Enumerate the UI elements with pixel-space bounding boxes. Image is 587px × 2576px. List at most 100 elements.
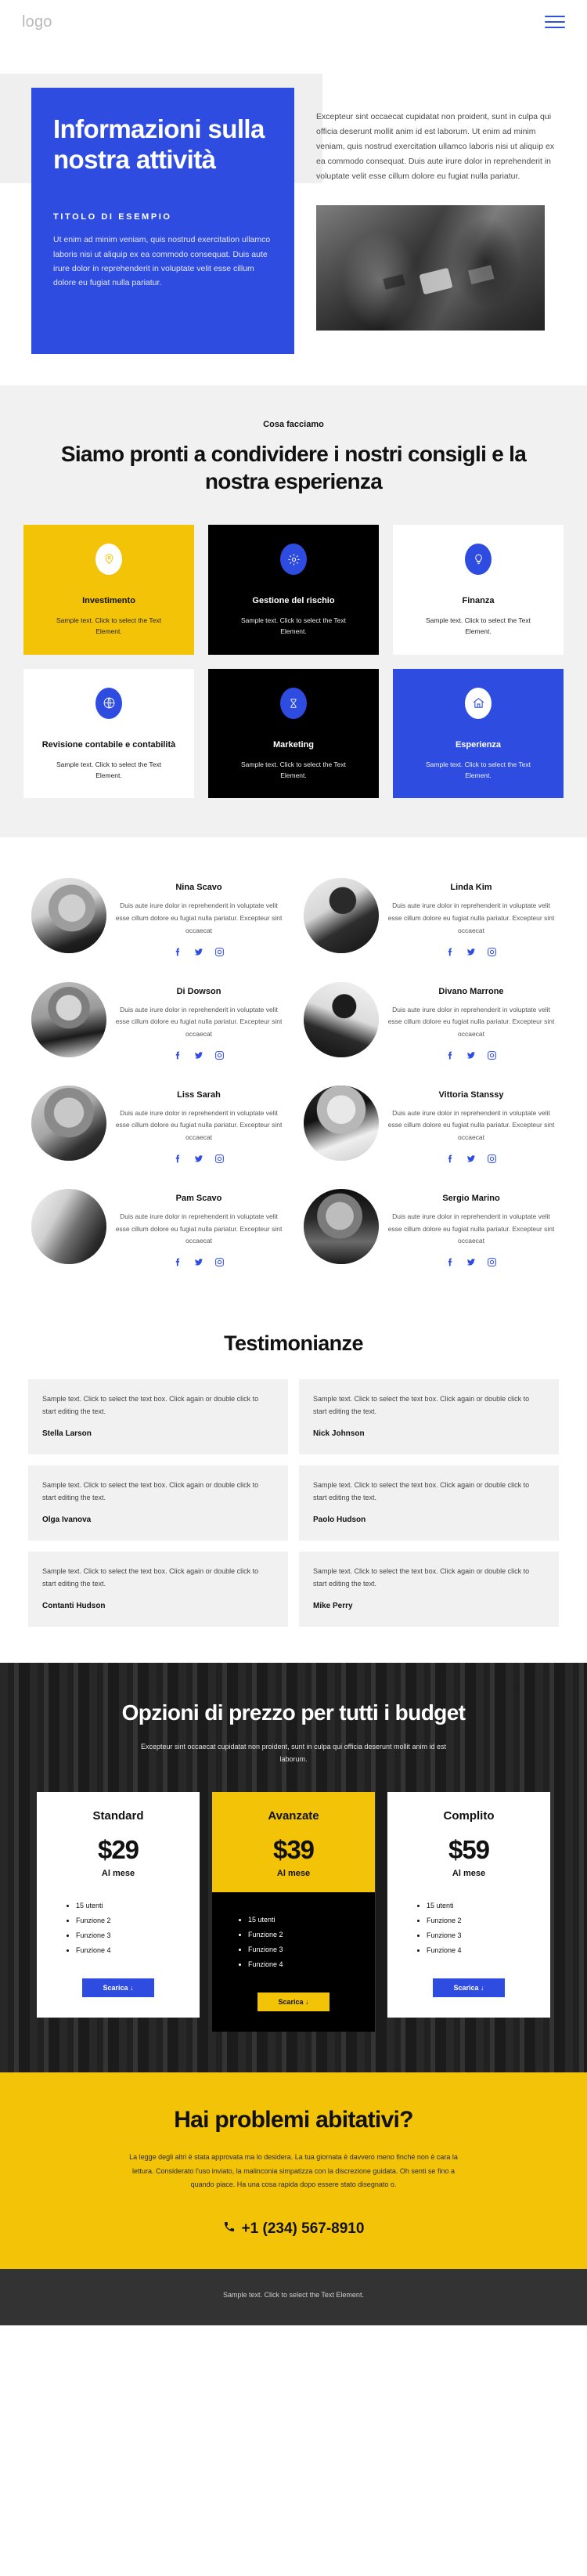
twitter-icon[interactable] [466,947,477,957]
social-links [387,947,556,957]
plan-feature: Funzione 2 [248,1927,375,1942]
facebook-icon[interactable] [173,1154,183,1164]
twitter-icon[interactable] [193,1050,204,1060]
site-header: logo [0,0,587,44]
download-button[interactable]: Scarica ↓ [433,1978,505,1997]
team-member-card[interactable]: Sergio Marino Duis aute irure dolor in r… [299,1180,560,1278]
plan-period: Al mese [452,1869,486,1879]
twitter-icon[interactable] [193,1154,204,1164]
team-member-card[interactable]: Pam Scavo Duis aute irure dolor in repre… [27,1180,288,1278]
cta-phone-number: +1 (234) 567-8910 [241,2220,365,2237]
team-member-card[interactable]: Liss Sarah Duis aute irure dolor in repr… [27,1076,288,1175]
services-section: Cosa facciamo Siamo pronti a condividere… [0,385,587,838]
testimonial-card[interactable]: Sample text. Click to select the text bo… [28,1552,288,1628]
team-member-card[interactable]: Vittoria Stanssy Duis aute irure dolor i… [299,1076,560,1175]
plan-header: Avanzate $39 Al mese [212,1792,375,1893]
team-member-name: Linda Kim [450,883,492,893]
cta-heading: Hai problemi abitativi? [174,2107,413,2133]
hamburger-menu-icon[interactable] [545,12,565,32]
gear-icon [280,544,307,575]
cta-text: La legge degli altri è stata approvata m… [129,2153,458,2189]
plan-feature: Funzione 3 [248,1942,375,1957]
team-member-card[interactable]: Linda Kim Duis aute irure dolor in repre… [299,869,560,967]
social-links [114,947,283,957]
pricing-card[interactable]: Standard $29 Al mese 15 utenti Funzione … [37,1792,200,2018]
facebook-icon[interactable] [445,947,456,957]
service-card[interactable]: Revisione contabile e contabilità Sample… [23,668,194,799]
team-member-card[interactable]: Di Dowson Duis aute irure dolor in repre… [27,973,288,1071]
instagram-icon[interactable] [487,1154,497,1164]
plan-price: $29 [97,1835,139,1865]
testimonial-text: Sample text. Click to select the text bo… [42,1395,259,1415]
download-button[interactable]: Scarica ↓ [257,1993,330,2011]
avatar [304,878,379,954]
location-pin-icon [95,544,122,575]
testimonials-section: Testimonianze Sample text. Click to sele… [0,1305,587,1664]
instagram-icon[interactable] [487,1050,497,1060]
twitter-icon[interactable] [466,1257,477,1267]
facebook-icon[interactable] [173,947,183,957]
testimonials-grid: Sample text. Click to select the text bo… [0,1379,587,1628]
testimonial-text: Sample text. Click to select the text bo… [313,1567,530,1588]
instagram-icon[interactable] [214,1154,225,1164]
facebook-icon[interactable] [445,1257,456,1267]
instagram-icon[interactable] [214,1050,225,1060]
plan-name: Avanzate [268,1809,319,1823]
instagram-icon[interactable] [214,947,225,957]
plan-feature: 15 utenti [248,1913,375,1927]
pricing-card[interactable]: Complito $59 Al mese 15 utenti Funzione … [387,1792,550,2018]
team-member-bio: Duis aute irure dolor in reprehenderit i… [115,1212,283,1245]
download-button[interactable]: Scarica ↓ [82,1978,154,1997]
hero-kicker: TITOLO DI ESEMPIO [53,212,172,222]
testimonial-card[interactable]: Sample text. Click to select the text bo… [299,1465,559,1541]
twitter-icon[interactable] [466,1050,477,1060]
team-grid: Nina Scavo Duis aute irure dolor in repr… [0,869,587,1278]
facebook-icon[interactable] [445,1154,456,1164]
testimonial-card[interactable]: Sample text. Click to select the text bo… [28,1379,288,1455]
testimonial-card[interactable]: Sample text. Click to select the text bo… [299,1552,559,1628]
plan-features: 15 utenti Funzione 2 Funzione 3 Funzione… [49,1899,187,1958]
twitter-icon[interactable] [193,1257,204,1267]
facebook-icon[interactable] [445,1050,456,1060]
testimonial-text: Sample text. Click to select the text bo… [313,1395,530,1415]
service-card[interactable]: Investimento Sample text. Click to selec… [23,525,194,655]
testimonial-author: Stella Larson [42,1429,92,1438]
facebook-icon[interactable] [173,1050,183,1060]
twitter-icon[interactable] [466,1154,477,1164]
instagram-icon[interactable] [214,1257,225,1267]
service-card[interactable]: Gestione del rischio Sample text. Click … [208,525,379,655]
twitter-icon[interactable] [193,947,204,957]
service-title: Gestione del rischio [252,596,335,605]
footer-text: Sample text. Click to select the Text El… [223,2290,364,2299]
cta-section: Hai problemi abitativi? La legge degli a… [0,2072,587,2269]
social-links [387,1050,556,1060]
service-title: Marketing [273,739,314,750]
team-member-card[interactable]: Nina Scavo Duis aute irure dolor in repr… [27,869,288,967]
team-member-bio: Duis aute irure dolor in reprehenderit i… [387,1005,555,1039]
burger-line [545,27,565,28]
testimonial-card[interactable]: Sample text. Click to select the text bo… [28,1465,288,1541]
globe-icon [95,687,122,719]
facebook-icon[interactable] [173,1257,183,1267]
pricing-card-featured[interactable]: Avanzate $39 Al mese 15 utenti Funzione … [212,1792,375,2032]
service-text: Sample text. Click to select the Text El… [56,616,161,636]
team-member-card[interactable]: Divano Marrone Duis aute irure dolor in … [299,973,560,1071]
social-links [387,1257,556,1267]
social-links [114,1257,283,1267]
service-card[interactable]: Esperienza Sample text. Click to select … [393,668,564,799]
testimonial-text: Sample text. Click to select the text bo… [313,1481,530,1501]
instagram-icon[interactable] [487,1257,497,1267]
service-card[interactable]: Marketing Sample text. Click to select t… [208,668,379,799]
service-text: Sample text. Click to select the Text El… [425,616,531,636]
avatar [304,1085,379,1161]
logo[interactable]: logo [22,13,52,31]
instagram-icon[interactable] [487,947,497,957]
avatar [31,1085,106,1161]
social-links [114,1154,283,1164]
testimonial-card[interactable]: Sample text. Click to select the text bo… [299,1379,559,1455]
service-card[interactable]: Finanza Sample text. Click to select the… [393,525,564,655]
cta-phone[interactable]: +1 (234) 567-8910 [223,2220,365,2238]
service-title: Investimento [82,596,135,605]
team-member-bio: Duis aute irure dolor in reprehenderit i… [387,1108,555,1142]
team-member-name: Vittoria Stanssy [438,1089,504,1100]
